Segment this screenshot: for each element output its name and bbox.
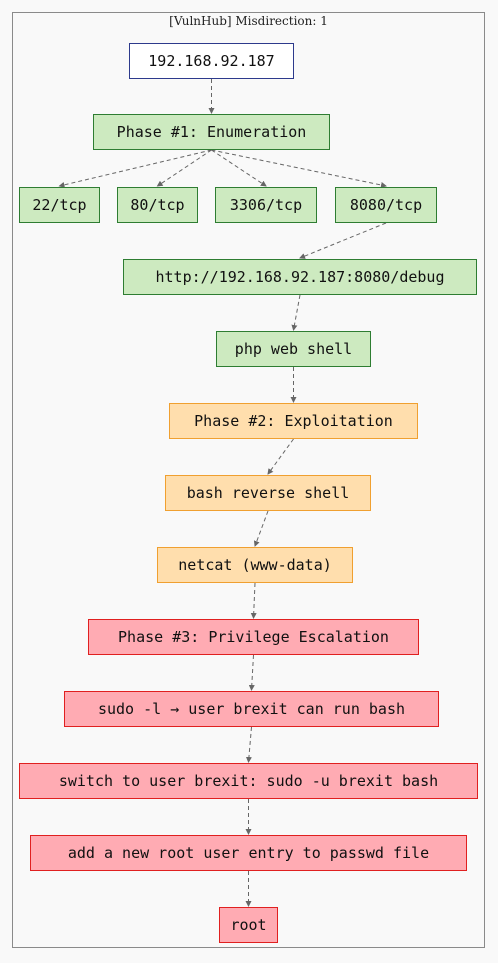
node-port-22[interactable]: 22/tcp [19,187,100,223]
edge-debug-to-webshell [291,294,301,331]
node-sudo-l[interactable]: sudo -l → user brexit can run bash [64,691,439,727]
node-phase-exploitation[interactable]: Phase #2: Exploitation [169,403,418,439]
edge-p8080-to-debug [299,222,387,259]
node-phase-privilege-escalation[interactable]: Phase #3: Privilege Escalation [88,619,419,655]
edge-phase1-to-p80 [156,149,212,187]
edge-phase3-to-sudo [248,654,255,691]
node-php-web-shell[interactable]: php web shell [216,331,371,367]
node-bash-reverse-shell[interactable]: bash reverse shell [165,475,371,511]
edge-phase2-to-revshell [267,438,294,475]
node-switch-user[interactable]: switch to user brexit: sudo -u brexit ba… [19,763,478,799]
node-passwd-entry[interactable]: add a new root user entry to passwd file [30,835,467,871]
node-phase-enumeration[interactable]: Phase #1: Enumeration [93,114,330,150]
node-target-ip[interactable]: 192.168.92.187 [129,43,294,79]
node-debug-url[interactable]: http://192.168.92.187:8080/debug [123,259,477,295]
edge-sudo-to-switch [245,726,252,763]
node-port-3306[interactable]: 3306/tcp [215,187,317,223]
node-port-8080[interactable]: 8080/tcp [335,187,437,223]
node-netcat[interactable]: netcat (www-data) [157,547,353,583]
edge-netcat-to-phase3 [250,582,257,619]
node-port-80[interactable]: 80/tcp [117,187,198,223]
edge-phase1-to-p3306 [211,149,267,187]
edge-phase1-to-p22 [58,149,212,188]
edge-phase1-to-p8080 [211,149,387,188]
edge-revshell-to-netcat [253,510,269,547]
node-root[interactable]: root [219,907,278,943]
